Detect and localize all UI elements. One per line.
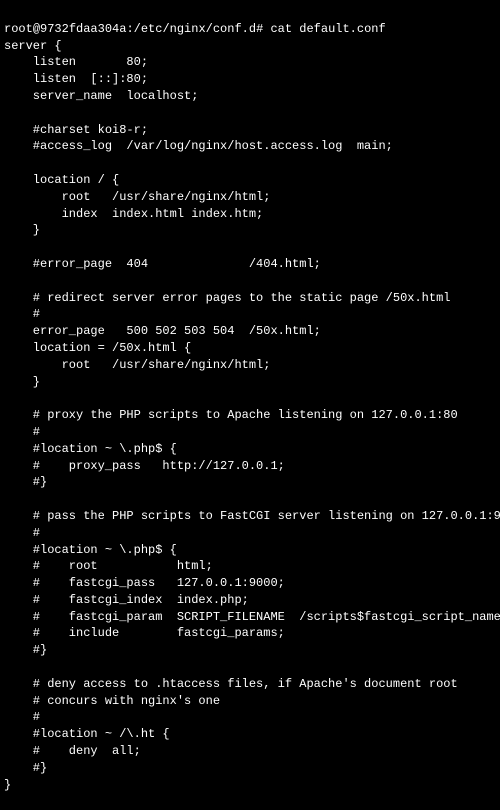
config-line: # <box>4 709 496 726</box>
config-line: # proxy the PHP scripts to Apache listen… <box>4 407 496 424</box>
config-line <box>4 273 496 290</box>
prompt-symbol: # <box>256 22 263 36</box>
config-line: # <box>4 424 496 441</box>
config-line: server_name localhost; <box>4 88 496 105</box>
config-line: # <box>4 306 496 323</box>
config-line: root /usr/share/nginx/html; <box>4 189 496 206</box>
config-line: } <box>4 777 496 794</box>
config-line <box>4 491 496 508</box>
config-line: location / { <box>4 172 496 189</box>
config-line <box>4 390 496 407</box>
config-line: # fastcgi_pass 127.0.0.1:9000; <box>4 575 496 592</box>
config-line: #location ~ \.php$ { <box>4 542 496 559</box>
config-line <box>4 239 496 256</box>
config-line: location = /50x.html { <box>4 340 496 357</box>
config-line: # concurs with nginx's one <box>4 693 496 710</box>
shell-prompt: root@9732fdaa304a:/etc/nginx/conf.d# <box>4 22 270 36</box>
config-line: # redirect server error pages to the sta… <box>4 290 496 307</box>
config-line: listen [::]:80; <box>4 71 496 88</box>
config-line: # include fastcgi_params; <box>4 625 496 642</box>
config-line <box>4 105 496 122</box>
config-line <box>4 155 496 172</box>
config-line: # deny access to .htaccess files, if Apa… <box>4 676 496 693</box>
config-line: #} <box>4 474 496 491</box>
config-line: #} <box>4 760 496 777</box>
config-line: root /usr/share/nginx/html; <box>4 357 496 374</box>
prompt-host: 9732fdaa304a <box>40 22 126 36</box>
config-line: #charset koi8-r; <box>4 122 496 139</box>
config-line: #location ~ /\.ht { <box>4 726 496 743</box>
config-line: index index.html index.htm; <box>4 206 496 223</box>
config-line: #} <box>4 642 496 659</box>
config-line <box>4 659 496 676</box>
config-line: # proxy_pass http://127.0.0.1; <box>4 458 496 475</box>
config-line: # root html; <box>4 558 496 575</box>
config-line: # deny all; <box>4 743 496 760</box>
config-line: #access_log /var/log/nginx/host.access.l… <box>4 138 496 155</box>
command-output: server { listen 80; listen [::]:80; serv… <box>4 38 496 794</box>
config-line: listen 80; <box>4 54 496 71</box>
config-line: server { <box>4 38 496 55</box>
terminal-window[interactable]: root@9732fdaa304a:/etc/nginx/conf.d# cat… <box>4 4 496 810</box>
prompt-user: root <box>4 22 33 36</box>
config-line: #error_page 404 /404.html; <box>4 256 496 273</box>
prompt-path: /etc/nginx/conf.d <box>134 22 256 36</box>
config-line: error_page 500 502 503 504 /50x.html; <box>4 323 496 340</box>
config-line: # pass the PHP scripts to FastCGI server… <box>4 508 496 525</box>
command-input: cat default.conf <box>270 22 385 36</box>
config-line: # fastcgi_index index.php; <box>4 592 496 609</box>
config-line: } <box>4 222 496 239</box>
config-line: #location ~ \.php$ { <box>4 441 496 458</box>
config-line: # <box>4 525 496 542</box>
config-line: } <box>4 374 496 391</box>
